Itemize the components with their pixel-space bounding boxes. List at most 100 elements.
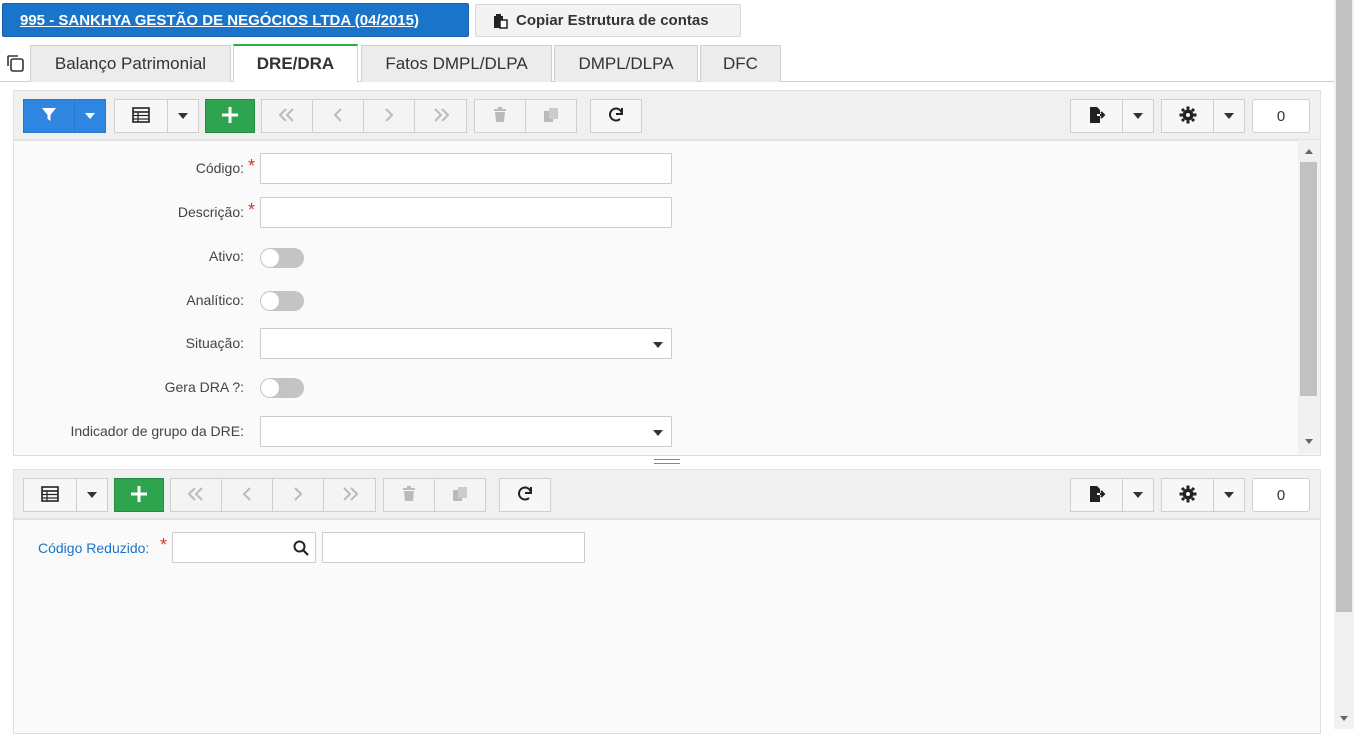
splitter-handle[interactable] (654, 459, 680, 467)
codigo-reduzido-label[interactable]: Código Reduzido: (38, 540, 149, 556)
tab-fatos-dmpl-dlpa[interactable]: Fatos DMPL/DLPA (361, 45, 552, 82)
next-record-button[interactable] (272, 478, 324, 512)
chevron-right-icon (292, 486, 304, 505)
gear-icon (1179, 106, 1197, 127)
record-counter: 0 (1252, 99, 1310, 133)
grid-icon (41, 485, 59, 505)
situacao-label: Situação: (185, 335, 244, 351)
required-marker: * (248, 200, 256, 220)
tab-dmpl-dlpa[interactable]: DMPL/DLPA (554, 45, 698, 82)
next-record-button[interactable] (363, 99, 415, 133)
window-copy-icon[interactable] (5, 53, 25, 73)
tab-label: Fatos DMPL/DLPA (385, 54, 528, 73)
delete-button[interactable] (474, 99, 526, 133)
settings-dropdown-button[interactable] (1213, 99, 1245, 133)
export-dropdown-button[interactable] (1122, 478, 1154, 512)
descricao-label: Descrição: (177, 204, 244, 220)
chevron-down-icon (1133, 113, 1143, 119)
chevron-down-icon (1224, 492, 1234, 498)
descricao-input[interactable] (260, 197, 672, 228)
scroll-down-icon[interactable] (1305, 439, 1313, 444)
settings-dropdown-button[interactable] (1213, 478, 1245, 512)
settings-button[interactable] (1161, 478, 1214, 512)
copy-icon (452, 486, 468, 505)
detail-toolbar: 0 (13, 469, 1321, 519)
top-toolbar: 0 (13, 90, 1321, 140)
refresh-button[interactable] (499, 478, 551, 512)
tab-balanco-patrimonial[interactable]: Balanço Patrimonial (30, 45, 231, 82)
ativo-toggle[interactable] (260, 248, 304, 268)
search-icon[interactable] (293, 540, 309, 559)
add-button[interactable] (205, 99, 255, 133)
add-button[interactable] (114, 478, 164, 512)
chevron-down-icon (653, 342, 663, 348)
grid-view-button[interactable] (23, 478, 77, 512)
trash-icon (402, 485, 416, 505)
settings-button[interactable] (1161, 99, 1214, 133)
first-record-button[interactable] (170, 478, 222, 512)
grid-dropdown-button[interactable] (167, 99, 199, 133)
record-count: 0 (1276, 486, 1286, 504)
indicador-grupo-select[interactable] (260, 416, 672, 447)
filter-icon (41, 107, 57, 126)
last-record-button[interactable] (323, 478, 376, 512)
plus-icon (130, 485, 148, 506)
required-marker: * (248, 156, 256, 176)
tab-label: DFC (723, 54, 758, 73)
trash-icon (493, 106, 507, 126)
page-scroll-down-icon[interactable] (1340, 716, 1348, 721)
tab-label: DRE/DRA (256, 54, 335, 73)
grid-dropdown-button[interactable] (76, 478, 108, 512)
form-scrollbar-thumb[interactable] (1300, 162, 1317, 396)
double-chevron-right-icon (340, 486, 360, 505)
analitico-label: Analítico: (186, 292, 244, 308)
export-icon (1088, 485, 1106, 506)
analitico-toggle[interactable] (260, 291, 304, 311)
chevron-down-icon (1224, 113, 1234, 119)
tab-dre-dra[interactable]: DRE/DRA (233, 44, 358, 82)
grid-view-button[interactable] (114, 99, 168, 133)
double-chevron-left-icon (186, 486, 206, 505)
gera-dra-label: Gera DRA ?: (164, 379, 244, 395)
export-button[interactable] (1070, 99, 1123, 133)
tab-label: Balanço Patrimonial (54, 54, 207, 73)
page-scrollbar-thumb[interactable] (1336, 0, 1352, 612)
codigo-reduzido-description (322, 532, 585, 563)
indicador-grupo-label: Indicador de grupo da DRE: (70, 423, 244, 439)
filter-dropdown-button[interactable] (74, 99, 106, 133)
duplicate-button[interactable] (525, 99, 577, 133)
export-dropdown-button[interactable] (1122, 99, 1154, 133)
chevron-down-icon (85, 113, 95, 119)
clipboard-icon (492, 13, 508, 29)
codigo-input[interactable] (260, 153, 672, 184)
previous-record-button[interactable] (312, 99, 364, 133)
duplicate-button[interactable] (434, 478, 486, 512)
copy-structure-button[interactable]: Copiar Estrutura de contas (475, 4, 741, 37)
filter-button[interactable] (23, 99, 75, 133)
tab-dfc[interactable]: DFC (700, 45, 781, 82)
situacao-select[interactable] (260, 328, 672, 359)
refresh-icon (607, 106, 625, 127)
refresh-button[interactable] (590, 99, 642, 133)
chevron-down-icon (653, 430, 663, 436)
previous-record-button[interactable] (221, 478, 273, 512)
double-chevron-right-icon (431, 107, 451, 126)
export-button[interactable] (1070, 478, 1123, 512)
plus-icon (221, 106, 239, 127)
ativo-label: Ativo: (208, 248, 244, 264)
scroll-up-icon[interactable] (1305, 149, 1313, 154)
gera-dra-toggle[interactable] (260, 378, 304, 398)
chevron-down-icon (178, 113, 188, 119)
codigo-label: Código: (195, 160, 244, 176)
delete-button[interactable] (383, 478, 435, 512)
gear-icon (1179, 485, 1197, 506)
export-icon (1088, 106, 1106, 127)
company-button[interactable]: 995 - SANKHYA GESTÃO DE NEGÓCIOS LTDA (0… (2, 3, 469, 37)
last-record-button[interactable] (414, 99, 467, 133)
first-record-button[interactable] (261, 99, 313, 133)
company-label: 995 - SANKHYA GESTÃO DE NEGÓCIOS LTDA (0… (20, 11, 419, 29)
grid-icon (132, 106, 150, 126)
refresh-icon (516, 485, 534, 506)
codigo-reduzido-input[interactable] (172, 532, 316, 563)
copy-structure-label: Copiar Estrutura de contas (516, 12, 709, 29)
